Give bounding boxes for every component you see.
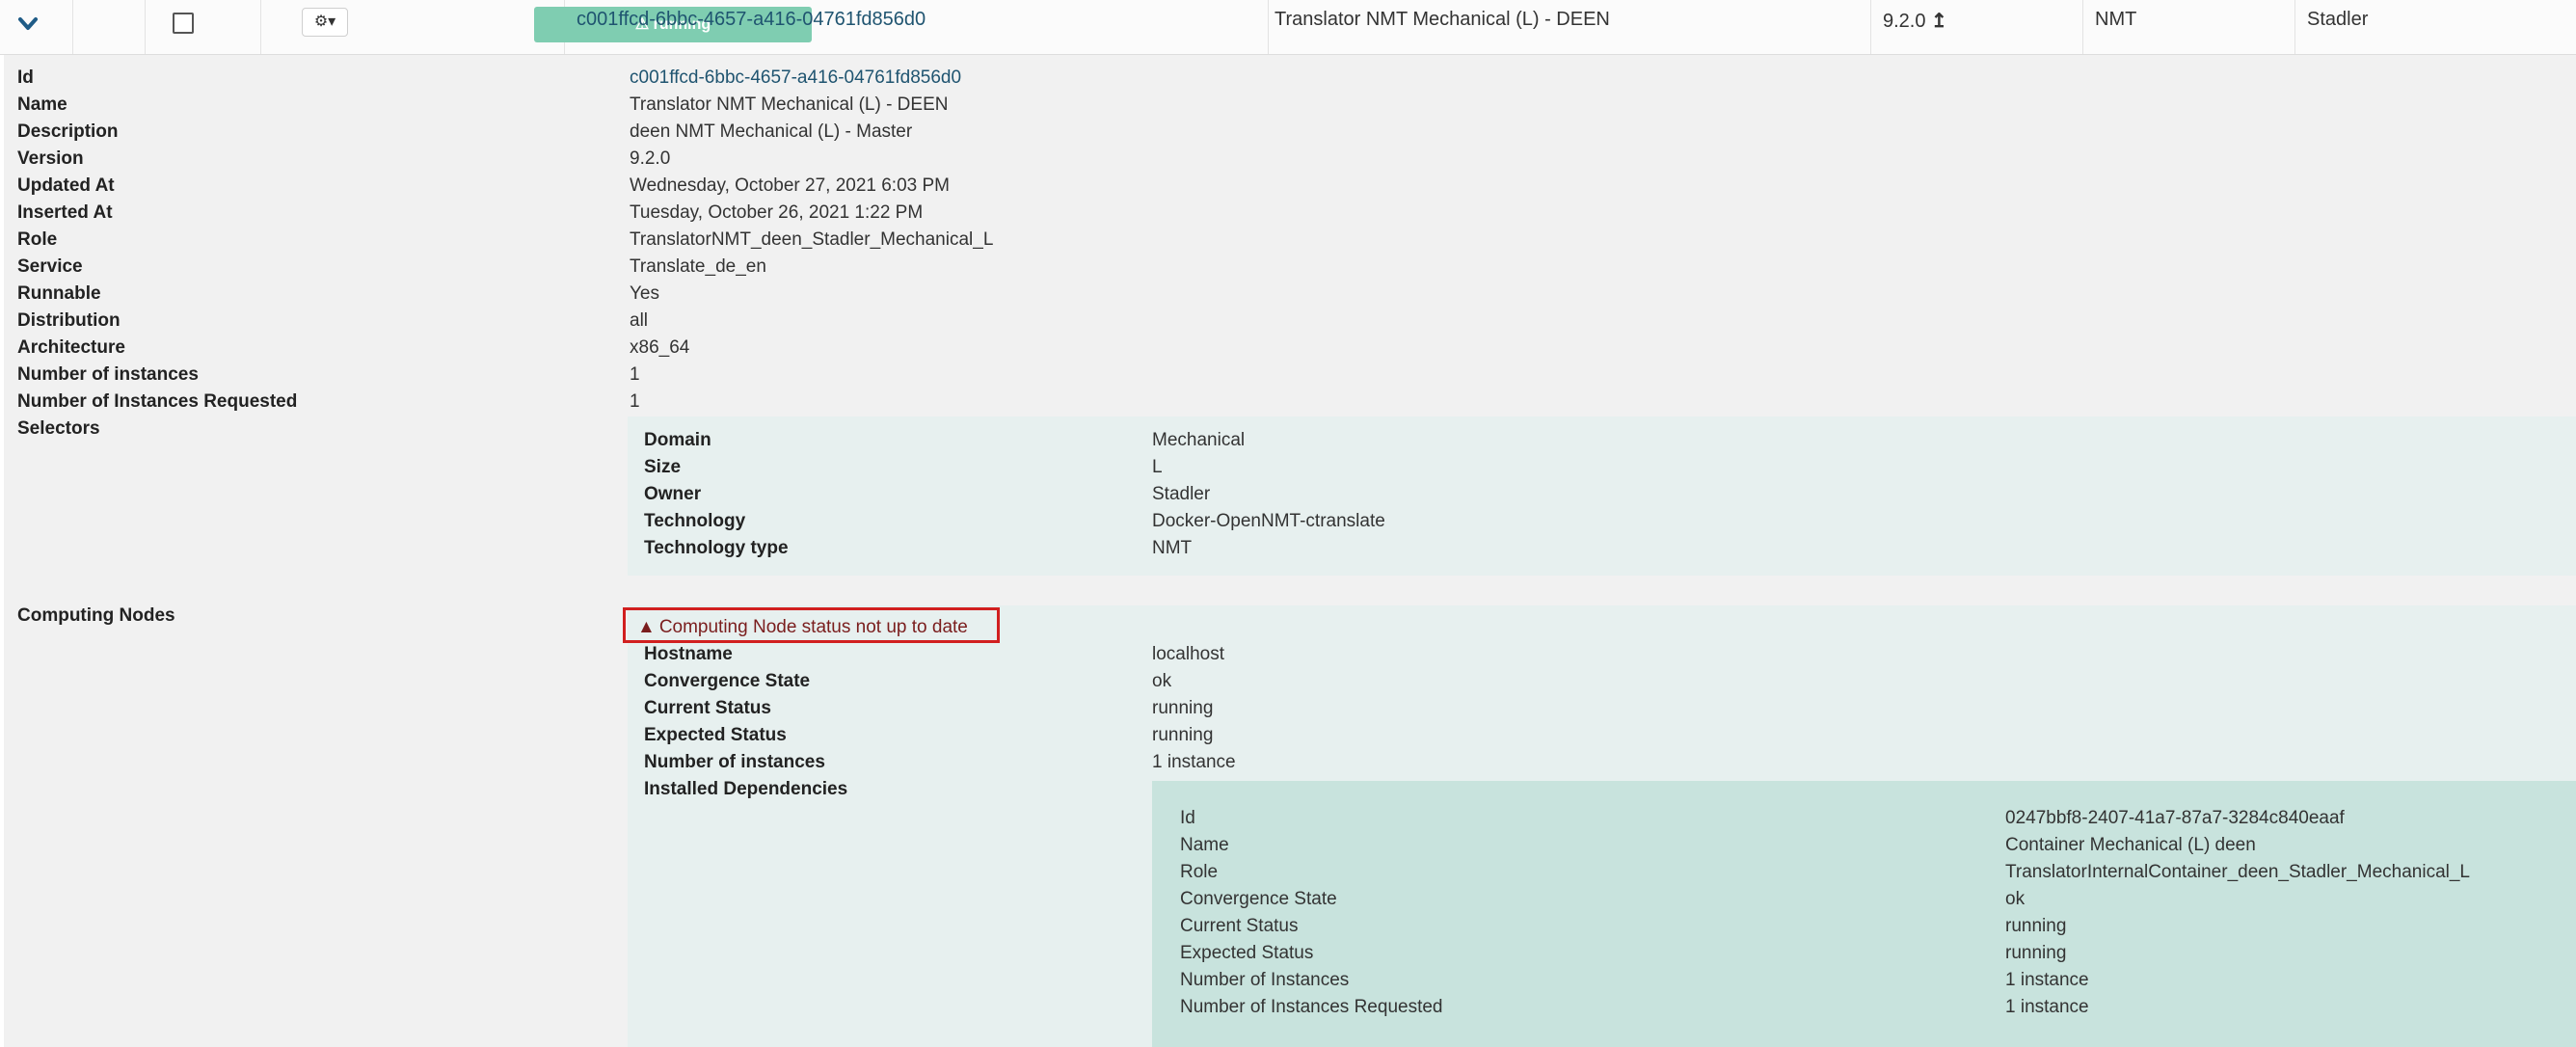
dependency-label: Role [1180,862,1219,882]
detail-value: Translator NMT Mechanical (L) - DEEN [630,94,949,115]
name-cell: Translator NMT Mechanical (L) - DEEN [1268,0,1871,54]
detail-label: Name [17,94,67,115]
detail-label: Runnable [17,283,101,304]
node-field-label: Hostname [644,644,733,664]
detail-label: Version [17,148,84,169]
row-id-link[interactable]: c001ffcd-6bbc-4657-a416-04761fd856d0 [577,9,926,31]
technology-cell: NMT [2082,0,2295,54]
detail-label: Number of Instances Requested [17,391,298,412]
dependency-label: Convergence State [1180,889,1337,909]
detail-value: x86_64 [630,337,690,358]
detail-value: TranslatorNMT_deen_Stadler_Mechanical_L [630,229,994,250]
node-field-label: Installed Dependencies [644,779,848,799]
selector-value: NMT [1152,538,1193,558]
detail-value: Yes [630,283,659,304]
node-field-value: ok [1152,671,1172,691]
dependency-value: running [2005,943,2067,963]
node-field-label: Convergence State [644,671,811,691]
selector-value: Docker-OpenNMT-ctranslate [1152,511,1385,531]
row-technology: NMT [2095,9,2137,30]
warning-icon: ▲ [637,617,656,637]
selector-value: Mechanical [1152,430,1246,450]
dependency-label: Number of Instances Requested [1180,997,1443,1017]
detail-label: Updated At [17,175,115,196]
selector-label: Owner [644,484,702,504]
detail-label: Number of instances [17,364,199,385]
detail-value: 1 [630,364,640,385]
upgrade-arrow-icon: ↥ [1931,11,1947,32]
node-field-value: running [1152,698,1214,718]
dependency-value: ok [2005,889,2026,909]
detail-value: Wednesday, October 27, 2021 6:03 PM [630,175,950,196]
node-field-value: running [1152,725,1214,745]
node-field-value: 1 instance [1152,752,1236,772]
detail-value: deen NMT Mechanical (L) - Master [630,121,913,142]
detail-label: Inserted At [17,202,113,223]
detail-label: Architecture [17,337,125,358]
chevron-down-icon[interactable] [13,10,42,39]
node-field-label: Expected Status [644,725,787,745]
dependency-label: Number of Instances [1180,970,1350,990]
detail-label: Service [17,256,83,277]
detail-value: all [630,310,649,331]
computing-nodes-label: Computing Nodes [17,605,175,626]
dependency-value: running [2005,916,2067,936]
detail-label: Id [17,67,34,88]
actions-cell: ⚙▾ [145,0,348,54]
selector-label: Domain [644,430,711,450]
select-cell [72,0,194,54]
dependency-label: Expected Status [1180,943,1314,963]
dependency-value: TranslatorInternalContainer_deen_Stadler… [2005,862,2470,882]
dependency-value: 1 instance [2005,997,2089,1017]
row-version: 9.2.0 ↥ [1883,11,1947,32]
detail-value: 1 [630,391,640,412]
dependency-label: Current Status [1180,916,1299,936]
detail-value: Tuesday, October 26, 2021 1:22 PM [630,202,924,223]
detail-panel: Id c001ffcd-6bbc-4657-a416-04761fd856d0 … [4,55,2576,1047]
dependency-label: Id [1180,808,1195,828]
version-cell: 9.2.0 ↥ [1870,0,2083,54]
selectors-label: Selectors [17,418,100,439]
owner-cell: Stadler [2294,0,2576,54]
expand-cell [0,0,73,54]
detail-label: Distribution [17,310,121,331]
table-row[interactable]: ⚙▾ ⚠ running c001ffcd-6bbc-4657-a416-047… [0,0,2576,55]
dependency-value: Container Mechanical (L) deen [2005,835,2256,855]
selector-label: Size [644,457,682,477]
selector-label: Technology type [644,538,789,558]
node-field-label: Current Status [644,698,771,718]
detail-label: Role [17,229,58,250]
row-owner: Stadler [2307,9,2369,30]
selector-label: Technology [644,511,746,531]
selector-value: Stadler [1152,484,1211,504]
node-status-warning: ▲ Computing Node status not up to date [623,607,1000,643]
dependency-id-link[interactable]: 0247bbf8-2407-41a7-87a7-3284c840eaaf [2005,808,2345,829]
warning-message: ▲ Computing Node status not up to date [637,617,968,637]
dependency-label: Name [1180,835,1229,855]
detail-id-value[interactable]: c001ffcd-6bbc-4657-a416-04761fd856d0 [630,67,961,89]
id-cell: c001ffcd-6bbc-4657-a416-04761fd856d0 [564,0,1269,54]
node-field-label: Number of instances [644,752,825,772]
dependency-value: 1 instance [2005,970,2089,990]
detail-label: Description [17,121,119,142]
selectors-panel [628,416,2576,576]
node-field-value: localhost [1152,644,1224,664]
detail-value: 9.2.0 [630,148,671,169]
status-cell: ⚠ running [260,0,812,54]
row-name: Translator NMT Mechanical (L) - DEEN [1275,9,1610,30]
detail-value: Translate_de_en [630,256,766,277]
selector-value: L [1152,457,1163,477]
